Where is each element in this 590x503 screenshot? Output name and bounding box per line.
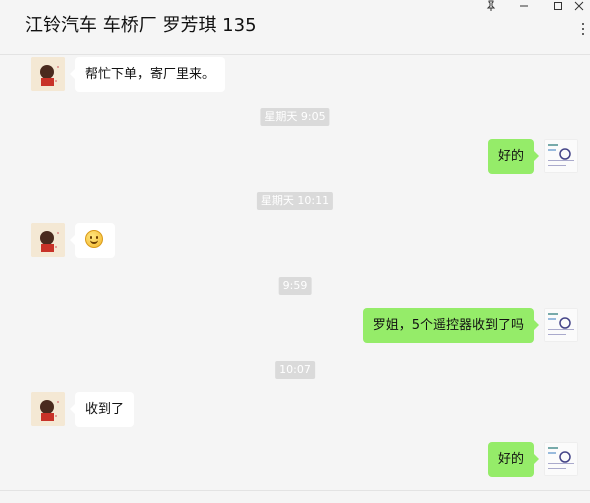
contact-avatar[interactable] bbox=[31, 223, 65, 257]
message-bubble[interactable]: 收到了 bbox=[69, 392, 135, 427]
message-bubble[interactable]: 罗姐，5个遥控器收到了吗 bbox=[362, 308, 540, 343]
message-bubble[interactable]: 帮忙下单，寄厂里来。 bbox=[69, 57, 226, 92]
close-icon[interactable] bbox=[568, 0, 590, 16]
minimize-icon[interactable] bbox=[511, 0, 537, 16]
input-area-edge bbox=[0, 490, 590, 503]
smile-emoji-icon bbox=[85, 230, 103, 248]
pin-icon[interactable] bbox=[478, 0, 504, 16]
message-list[interactable]: 帮忙下单，寄厂里来。 星期天 9:05 好的 星期天 10:11 9:59 罗姐… bbox=[0, 55, 590, 502]
self-avatar[interactable] bbox=[544, 139, 578, 173]
timestamp: 星期天 9:05 bbox=[260, 108, 330, 126]
message-bubble[interactable] bbox=[70, 223, 115, 258]
self-avatar[interactable] bbox=[544, 442, 578, 476]
contact-avatar[interactable] bbox=[31, 392, 65, 426]
message-bubble[interactable]: 好的 bbox=[487, 139, 540, 174]
more-dots-icon[interactable] bbox=[578, 22, 588, 36]
self-avatar[interactable] bbox=[544, 308, 578, 342]
timestamp: 星期天 10:11 bbox=[256, 192, 334, 210]
timestamp: 10:07 bbox=[275, 361, 315, 379]
chat-title: 江铃汽车 车桥厂 罗芳琪 135 bbox=[25, 15, 257, 36]
message-bubble[interactable]: 好的 bbox=[487, 442, 540, 477]
contact-avatar[interactable] bbox=[31, 57, 65, 91]
timestamp: 9:59 bbox=[278, 277, 312, 295]
chat-header: 江铃汽车 车桥厂 罗芳琪 135 bbox=[0, 0, 590, 55]
